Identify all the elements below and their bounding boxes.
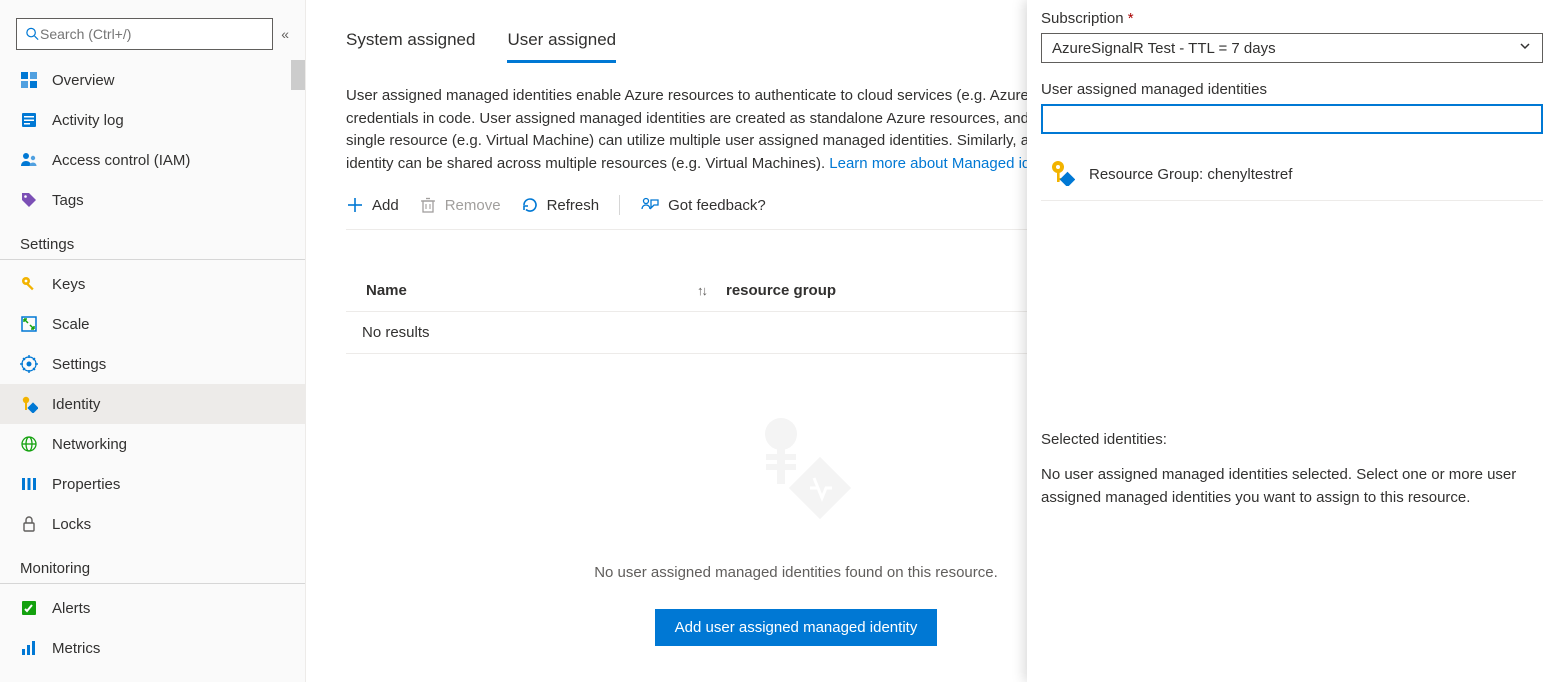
networking-icon xyxy=(20,435,38,453)
trash-icon xyxy=(419,196,437,214)
settings-icon xyxy=(20,355,38,373)
nav-identity[interactable]: Identity xyxy=(0,384,305,424)
nav-metrics[interactable]: Metrics xyxy=(0,628,305,668)
refresh-icon xyxy=(521,196,539,214)
nav-settings[interactable]: Settings xyxy=(0,344,305,384)
metrics-icon xyxy=(20,639,38,657)
alerts-icon xyxy=(20,599,38,617)
section-monitoring: Monitoring xyxy=(0,544,305,584)
chevron-down-icon xyxy=(1518,39,1532,57)
sidebar: « Overview Activity log Access control (… xyxy=(0,0,306,682)
refresh-label: Refresh xyxy=(547,197,600,214)
nav-keys[interactable]: Keys xyxy=(0,264,305,304)
separator xyxy=(619,195,620,215)
nav-networking[interactable]: Networking xyxy=(0,424,305,464)
resource-group-label: Resource Group: chenyltestref xyxy=(1089,166,1292,183)
nav-label: Metrics xyxy=(52,640,100,657)
identity-icon xyxy=(20,395,38,413)
nav-label: Networking xyxy=(52,436,127,453)
search-box[interactable] xyxy=(16,18,273,50)
nav-locks[interactable]: Locks xyxy=(0,504,305,544)
nav-label: Settings xyxy=(52,356,106,373)
refresh-button[interactable]: Refresh xyxy=(521,196,600,214)
access-control-icon xyxy=(20,151,38,169)
nav-label: Scale xyxy=(52,316,90,333)
col-rg-label[interactable]: resource group xyxy=(726,282,836,299)
nav-label: Alerts xyxy=(52,600,90,617)
feedback-button[interactable]: Got feedback? xyxy=(640,196,766,214)
tab-user-assigned[interactable]: User assigned xyxy=(507,30,616,63)
add-label: Add xyxy=(372,197,399,214)
nav-properties[interactable]: Properties xyxy=(0,464,305,504)
collapse-sidebar-icon[interactable]: « xyxy=(281,26,289,42)
sort-icon[interactable]: ↑↓ xyxy=(697,283,706,298)
nav-label: Overview xyxy=(52,72,115,89)
remove-label: Remove xyxy=(445,197,501,214)
add-identity-panel: Subscription * AzureSignalR Test - TTL =… xyxy=(1027,0,1557,682)
subscription-label: Subscription * xyxy=(1041,10,1543,27)
nav-alerts[interactable]: Alerts xyxy=(0,588,305,628)
nav-label: Identity xyxy=(52,396,100,413)
feedback-icon xyxy=(640,196,660,214)
nav-scale[interactable]: Scale xyxy=(0,304,305,344)
nav-list: Overview Activity log Access control (IA… xyxy=(0,60,305,682)
section-settings: Settings xyxy=(0,220,305,260)
search-input[interactable] xyxy=(40,26,264,42)
overview-icon xyxy=(20,71,38,89)
subscription-value: AzureSignalR Test - TTL = 7 days xyxy=(1052,40,1276,57)
resource-group-row[interactable]: Resource Group: chenyltestref xyxy=(1041,148,1543,201)
nav-tags[interactable]: Tags xyxy=(0,180,305,220)
tags-icon xyxy=(20,191,38,209)
uami-label: User assigned managed identities xyxy=(1041,81,1543,98)
uami-search-input[interactable] xyxy=(1041,104,1543,134)
nav-label: Locks xyxy=(52,516,91,533)
nav-label: Tags xyxy=(52,192,84,209)
keys-icon xyxy=(20,275,38,293)
locks-icon xyxy=(20,515,38,533)
tab-system-assigned[interactable]: System assigned xyxy=(346,30,475,63)
nav-label: Properties xyxy=(52,476,120,493)
scrollbar[interactable] xyxy=(291,60,305,90)
nav-label: Activity log xyxy=(52,112,124,129)
feedback-label: Got feedback? xyxy=(668,197,766,214)
key-identity-icon xyxy=(1047,158,1075,190)
nav-label: Access control (IAM) xyxy=(52,152,190,169)
selected-message: No user assigned managed identities sele… xyxy=(1041,464,1543,509)
add-button[interactable]: Add xyxy=(346,196,399,214)
required-icon: * xyxy=(1128,10,1134,27)
properties-icon xyxy=(20,475,38,493)
remove-button: Remove xyxy=(419,196,501,214)
scale-icon xyxy=(20,315,38,333)
add-user-assigned-button[interactable]: Add user assigned managed identity xyxy=(655,609,938,646)
activity-log-icon xyxy=(20,111,38,129)
identity-illustration-icon xyxy=(736,511,856,528)
nav-overview[interactable]: Overview xyxy=(0,60,305,100)
nav-activity-log[interactable]: Activity log xyxy=(0,100,305,140)
subscription-select[interactable]: AzureSignalR Test - TTL = 7 days xyxy=(1041,33,1543,63)
nav-label: Keys xyxy=(52,276,85,293)
selected-title: Selected identities: xyxy=(1041,431,1543,448)
search-icon xyxy=(25,26,40,42)
main-content: System assigned User assigned User assig… xyxy=(306,0,1557,682)
plus-icon xyxy=(346,196,364,214)
nav-access-control[interactable]: Access control (IAM) xyxy=(0,140,305,180)
col-name-label[interactable]: Name xyxy=(366,282,407,299)
